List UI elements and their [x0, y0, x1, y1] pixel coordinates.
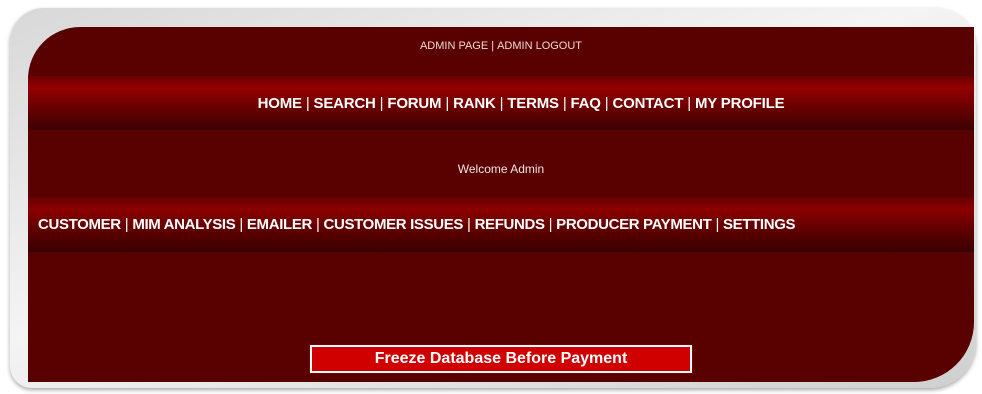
separator: |	[562, 94, 567, 112]
nav-my-profile-link[interactable]: MY PROFILE	[695, 95, 785, 112]
freeze-database-button[interactable]: Freeze Database Before Payment	[309, 344, 693, 374]
admin-nav: CUSTOMER | MIM ANALYSIS | EMAILER | CUSTOMER I…	[28, 216, 796, 233]
admin-panel: ADMIN PAGE | ADMIN LOGOUT HOME | SEARCH | FO…	[28, 27, 974, 382]
separator: |	[499, 94, 504, 112]
separator: |	[305, 94, 310, 112]
admin-nav-mim-analysis-link[interactable]: MIM ANALYSIS	[132, 216, 235, 233]
separator: |	[445, 94, 450, 112]
separator: |	[548, 216, 553, 233]
admin-nav-customer-link[interactable]: CUSTOMER	[38, 216, 121, 233]
admin-nav-producer-payment-link[interactable]: PRODUCER PAYMENT	[556, 216, 712, 233]
separator: |	[467, 216, 471, 233]
separator: |	[124, 216, 129, 233]
separator: |	[715, 216, 719, 233]
main-nav: HOME | SEARCH | FORUM | RANK | TERMS | FAQ | CONTACT…	[218, 95, 785, 112]
admin-nav-settings-link[interactable]: SETTINGS	[723, 216, 796, 233]
separator: |	[604, 94, 609, 112]
separator: |	[379, 94, 384, 112]
separator: |	[315, 216, 320, 233]
admin-nav-refunds-link[interactable]: REFUNDS	[475, 216, 545, 233]
separator: |	[687, 94, 691, 112]
admin-page-link[interactable]: ADMIN PAGE	[420, 40, 488, 52]
nav-home-link[interactable]: HOME	[258, 95, 302, 112]
admin-logout-link[interactable]: ADMIN LOGOUT	[497, 40, 582, 52]
admin-nav-emailer-link[interactable]: EMAILER	[247, 216, 312, 233]
separator: |	[239, 216, 243, 233]
nav-rank-link[interactable]: RANK	[453, 95, 496, 112]
nav-search-link[interactable]: SEARCH	[314, 95, 376, 112]
admin-nav-customer-issues-link[interactable]: CUSTOMER ISSUES	[324, 216, 464, 233]
nav-forum-link[interactable]: FORUM	[387, 95, 441, 112]
nav-terms-link[interactable]: TERMS	[507, 95, 559, 112]
admin-nav-bar: CUSTOMER | MIM ANALYSIS | EMAILER | CUSTOMER I…	[28, 197, 974, 252]
main-nav-bar: HOME | SEARCH | FORUM | RANK | TERMS | FAQ | CONTACT…	[28, 76, 974, 130]
separator: |	[491, 40, 495, 52]
nav-contact-link[interactable]: CONTACT	[612, 95, 683, 112]
top-links-bar: ADMIN PAGE | ADMIN LOGOUT	[28, 35, 974, 57]
nav-faq-link[interactable]: FAQ	[571, 95, 601, 112]
welcome-message: Welcome Admin	[457, 162, 545, 176]
